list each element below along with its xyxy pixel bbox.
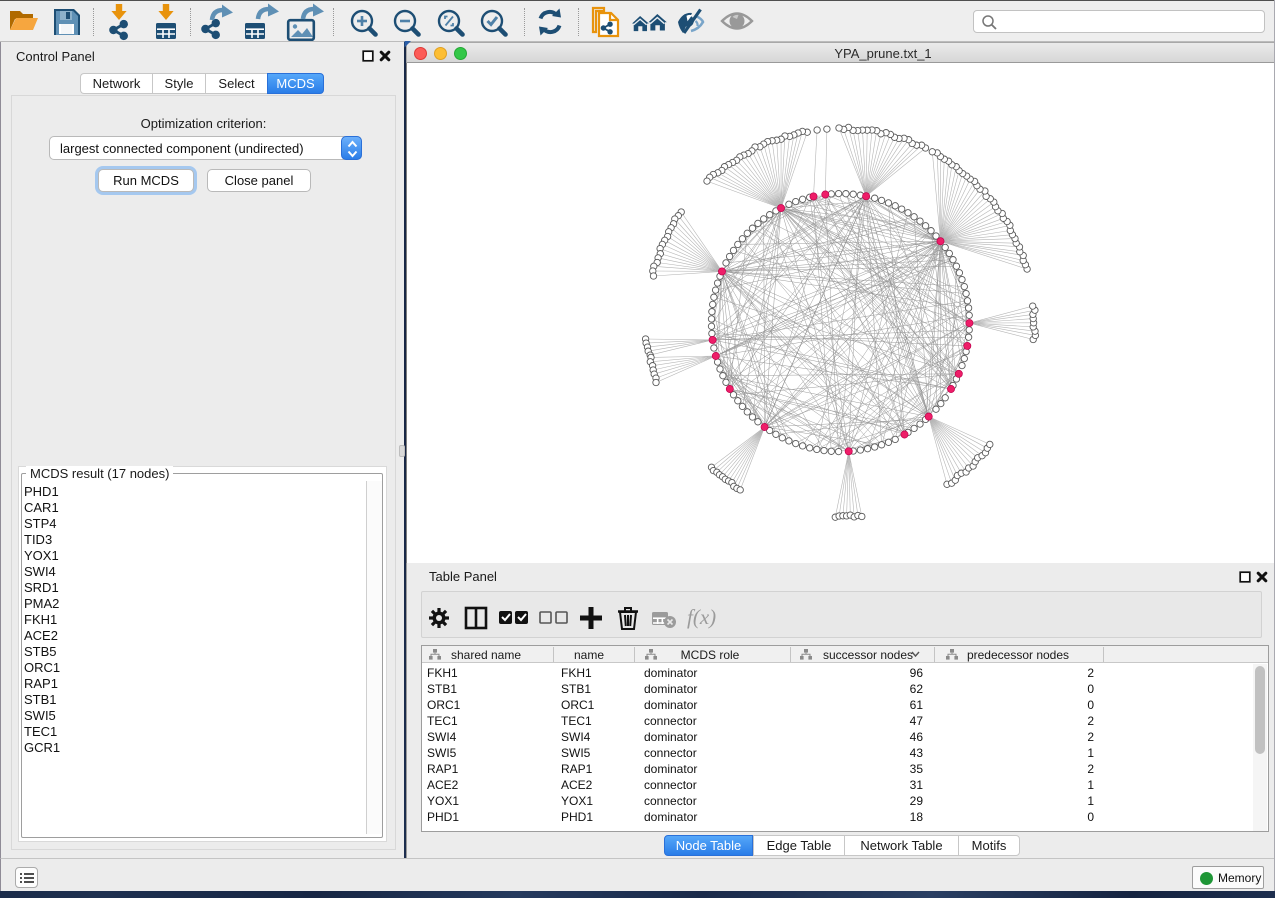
svg-text:f(x): f(x) [687, 605, 716, 629]
